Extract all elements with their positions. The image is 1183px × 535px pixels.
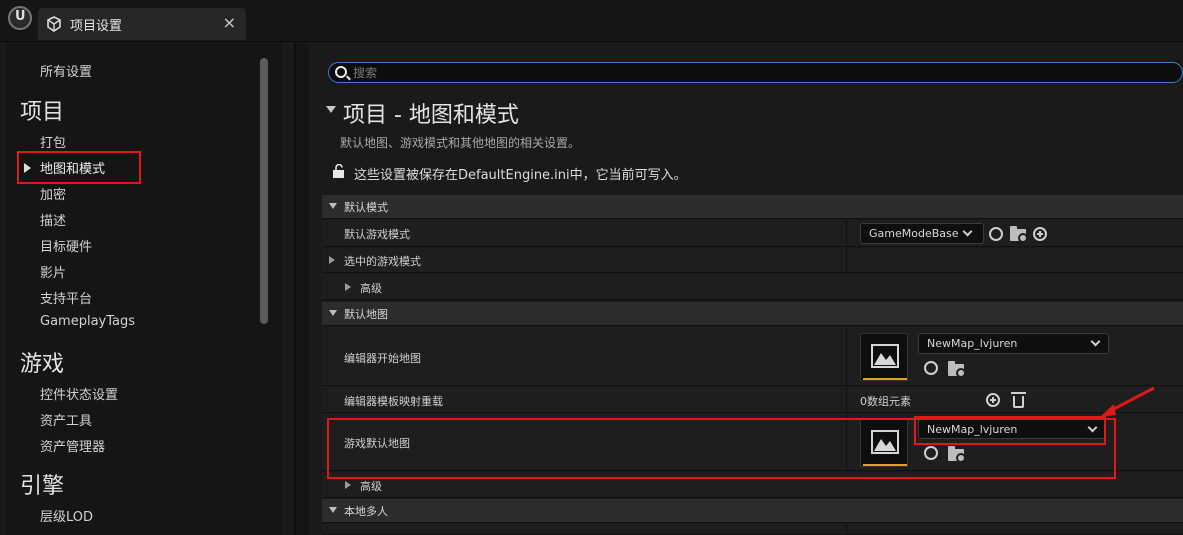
sidebar-item-widget-state[interactable]: 控件状态设置 <box>40 384 118 403</box>
map-thumbnail[interactable] <box>860 333 908 381</box>
sidebar-item-description[interactable]: 描述 <box>40 210 66 229</box>
annotation-box-dropdown <box>914 416 1106 445</box>
category-local-multiplayer[interactable]: 本地多人 <box>322 499 1183 523</box>
browse-folder-icon[interactable] <box>1010 226 1028 243</box>
map-asset-icon <box>863 344 907 380</box>
use-selected-icon[interactable] <box>924 361 938 375</box>
close-tab-icon[interactable]: × <box>223 13 236 32</box>
dropdown-value: GameModeBase <box>869 227 959 240</box>
add-icon[interactable] <box>1033 227 1047 241</box>
page-description: 默认地图、游戏模式和其他地图的相关设置。 <box>340 136 581 150</box>
collapse-icon <box>329 203 337 209</box>
property-label: 编辑器开始地图 <box>344 352 421 365</box>
collapse-section-icon[interactable] <box>326 106 336 113</box>
sidebar-item-supported-platforms[interactable]: 支持平台 <box>40 288 92 307</box>
sidebar-section-game: 游戏 <box>20 352 65 377</box>
annotation-box-sidebar <box>17 151 141 184</box>
category-label: 默认地图 <box>344 308 388 321</box>
column-divider <box>846 387 847 412</box>
property-label: 高级 <box>360 282 382 295</box>
property-label: 默认游戏模式 <box>344 228 410 241</box>
browse-folder-icon[interactable] <box>948 361 966 378</box>
row-editor-template-override: 编辑器模板映射重载 <box>322 387 1183 413</box>
sidebar-item-packaging[interactable]: 打包 <box>40 132 66 151</box>
sidebar-item-asset-manager[interactable]: 资产管理器 <box>40 436 105 455</box>
search-icon <box>335 66 347 78</box>
sidebar-item-all-settings[interactable]: 所有设置 <box>40 61 92 80</box>
category-label: 默认模式 <box>344 201 388 214</box>
editor-startup-map-dropdown[interactable]: NewMap_lvjuren <box>918 333 1109 354</box>
category-default-modes[interactable]: 默认模式 <box>322 195 1183 219</box>
page-title: 项目 - 地图和模式 <box>343 103 519 128</box>
column-divider <box>846 248 847 272</box>
expand-icon <box>345 481 351 489</box>
row-default-game-mode: 默认游戏模式 <box>322 220 1183 247</box>
sidebar-scrollbar[interactable] <box>260 58 268 324</box>
column-divider <box>846 524 847 534</box>
search-box[interactable] <box>328 62 1183 83</box>
config-save-note: 这些设置被保存在DefaultEngine.ini中，它当前可写入。 <box>354 168 687 183</box>
sidebar-section-engine: 引擎 <box>20 474 65 499</box>
sidebar-item-hlod[interactable]: 层级LOD <box>40 506 93 525</box>
sidebar-section-project: 项目 <box>20 100 65 125</box>
expand-icon <box>345 283 351 291</box>
chevron-down-icon <box>962 226 973 237</box>
annotation-arrow-icon <box>1100 386 1155 417</box>
tab-project-settings[interactable]: 项目设置 × <box>38 8 246 40</box>
tab-title: 项目设置 <box>70 19 123 34</box>
collapse-icon <box>329 507 337 513</box>
expand-icon <box>329 256 335 264</box>
category-label: 本地多人 <box>344 505 388 518</box>
chevron-down-icon <box>1090 336 1101 347</box>
trash-icon[interactable] <box>1011 392 1026 408</box>
sidebar-item-asset-tools[interactable]: 资产工具 <box>40 410 92 429</box>
row-local-multiplayer-partial <box>322 524 1183 535</box>
use-selected-icon[interactable] <box>989 227 1003 241</box>
column-divider <box>846 327 847 385</box>
sidebar-item-target-hardware[interactable]: 目标硬件 <box>40 236 92 255</box>
property-label: 高级 <box>360 480 382 493</box>
add-element-icon[interactable] <box>986 393 1000 407</box>
dropdown-value: NewMap_lvjuren <box>927 337 1018 350</box>
game-mode-dropdown[interactable]: GameModeBase <box>860 223 984 244</box>
column-divider <box>846 220 847 246</box>
row-selected-game-mode[interactable]: 选中的游戏模式 <box>322 248 1183 273</box>
sidebar-item-gameplay-tags[interactable]: GameplayTags <box>40 314 135 329</box>
property-label: 选中的游戏模式 <box>344 255 421 268</box>
category-default-maps[interactable]: 默认地图 <box>322 302 1183 326</box>
search-input[interactable] <box>353 64 1153 81</box>
row-advanced-modes[interactable]: 高级 <box>322 274 1183 300</box>
title-bar: 项目设置 × <box>0 0 1183 42</box>
sidebar-item-movies[interactable]: 影片 <box>40 262 66 281</box>
array-count: 0数组元素 <box>860 395 911 408</box>
property-label: 编辑器模板映射重载 <box>344 395 443 408</box>
collapse-icon <box>329 310 337 316</box>
unlocked-icon <box>333 164 344 178</box>
settings-cube-icon <box>47 16 61 32</box>
sidebar-item-encryption[interactable]: 加密 <box>40 184 66 203</box>
unreal-logo-icon <box>8 6 32 30</box>
